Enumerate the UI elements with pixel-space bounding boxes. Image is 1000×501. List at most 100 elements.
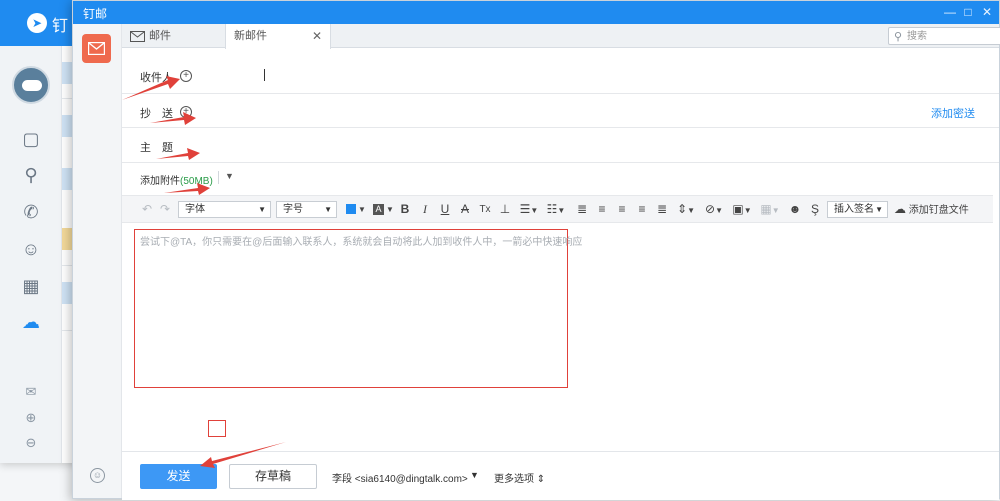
line-height-icon[interactable]: ⊥: [497, 201, 513, 218]
indent-icon[interactable]: ≣: [654, 201, 670, 218]
chevron-down-icon: ▼: [875, 205, 883, 214]
envelope-icon: [88, 42, 105, 55]
maximize-button[interactable]: □: [959, 4, 977, 20]
link-icon[interactable]: ⊘▼: [702, 201, 726, 218]
background-dingtalk-window: ➤ 钉 ▢ ⚲ ✆ ☺ ▦ ☁ ✉ ⊕ ⊖: [0, 0, 80, 463]
attachment-dropdown-icon[interactable]: ▼: [225, 171, 234, 181]
image-icon[interactable]: ▣▼: [730, 201, 754, 218]
subject-label: 主 题: [140, 142, 173, 154]
mail-titlebar: 钉邮 — □ ✕: [73, 1, 999, 24]
sender-account[interactable]: 李段 <sia6140@dingtalk.com>: [332, 470, 468, 485]
editor-placeholder: 尝试下@TA，你只需要在@后面输入联系人，系统就会自动将此人加到收件人中，一箭必…: [140, 237, 583, 248]
strikethrough-button[interactable]: A: [458, 201, 472, 218]
pin-icon[interactable]: ⚲: [20, 164, 42, 186]
insert-signature-label: 插入签名: [834, 204, 874, 215]
align-center-icon[interactable]: ≡: [614, 201, 630, 218]
italic-button[interactable]: I: [418, 201, 432, 218]
chevron-down-icon: ▼: [324, 205, 332, 214]
tab-mail-label: 邮件: [149, 30, 171, 42]
apps-grid-icon[interactable]: ▦: [20, 275, 42, 297]
tab-mail[interactable]: 邮件: [122, 24, 224, 48]
attachment-row: 添加附件(50MB) ▼: [122, 166, 999, 190]
add-attachment-link[interactable]: 添加附件(50MB): [140, 172, 213, 187]
divider: [218, 171, 219, 184]
chat-icon[interactable]: ▢: [20, 128, 42, 150]
formatting-toolbar: ↶ ↷ 字体 ▼ 字号 ▼ ▼ A ▼ B I U A Tx ⊥ ☰▼ ☷▼ ≣ ≡ …: [122, 195, 993, 223]
add-drive-file-button[interactable]: ☁ 添加钉盘文件: [894, 201, 974, 218]
insert-signature-select[interactable]: 插入签名 ▼: [827, 201, 888, 218]
text-color-button[interactable]: ▼: [343, 201, 367, 218]
screen: ➤ 钉 ▢ ⚲ ✆ ☺ ▦ ☁ ✉ ⊕ ⊖ 钉邮 — □ ✕ ☺ 邮件 新邮件 …: [0, 0, 1000, 501]
annotation-box: [208, 420, 226, 437]
clear-format-button[interactable]: Tx: [477, 201, 493, 218]
avatar[interactable]: [12, 66, 50, 104]
add-drive-file-label: 添加钉盘文件: [908, 205, 969, 216]
to-row: 收件人 +: [122, 58, 999, 94]
mail-body-editor[interactable]: 尝试下@TA，你只需要在@后面输入联系人，系统就会自动将此人加到收件人中，一箭必…: [134, 229, 582, 388]
dingtalk-logo-icon: ➤: [27, 13, 47, 33]
compose-footer: 发送 存草稿 李段 <sia6140@dingtalk.com> ▼ 更多选项 …: [122, 451, 999, 500]
font-size-value: 字号: [283, 204, 303, 215]
window-title: 钉邮: [83, 7, 108, 21]
redo-icon[interactable]: ↷: [158, 201, 172, 218]
emoji-icon[interactable]: ☻: [787, 201, 803, 218]
cc-row: 抄 送 + 添加密送: [122, 94, 999, 128]
background-app-title: 钉: [52, 18, 69, 35]
search-box[interactable]: ⚲: [888, 27, 1000, 45]
mail-sidebar: ☺: [73, 24, 122, 498]
tab-new-mail-label: 新邮件: [234, 30, 267, 42]
font-size-select[interactable]: 字号 ▼: [276, 201, 337, 218]
attachment-label: 添加附件: [140, 176, 180, 187]
align-justify-icon[interactable]: ≣: [574, 201, 590, 218]
mail-small-icon[interactable]: ✉: [23, 384, 39, 400]
cc-label: 抄 送: [140, 108, 173, 120]
format-painter-icon[interactable]: Ş: [807, 201, 823, 218]
background-sidebar: ▢ ⚲ ✆ ☺ ▦ ☁ ✉ ⊕ ⊖: [0, 46, 62, 463]
sender-dropdown-icon[interactable]: ▼: [470, 470, 479, 480]
cloud-drive-icon[interactable]: ☁: [20, 311, 42, 333]
numbered-list-icon[interactable]: ☷▼: [544, 201, 568, 218]
to-label: 收件人: [140, 72, 173, 84]
background-titlebar: ➤ 钉: [0, 0, 80, 46]
more-circle-icon[interactable]: ⊖: [23, 435, 39, 451]
bullet-list-icon[interactable]: ☰▼: [517, 201, 541, 218]
bold-button[interactable]: B: [398, 201, 412, 218]
envelope-icon: [130, 30, 145, 42]
add-circle-icon[interactable]: ⊕: [23, 410, 39, 426]
chevron-down-icon: ▼: [386, 205, 394, 214]
save-draft-button[interactable]: 存草稿: [229, 464, 317, 489]
search-input[interactable]: [907, 29, 1000, 43]
close-window-button[interactable]: ✕: [978, 4, 996, 20]
align-left-icon[interactable]: ≡: [594, 201, 610, 218]
mail-app-icon[interactable]: [82, 34, 111, 63]
table-icon[interactable]: ▦▼: [758, 201, 782, 218]
minimize-button[interactable]: —: [941, 4, 959, 20]
phone-icon[interactable]: ✆: [20, 201, 42, 223]
tab-new-mail[interactable]: 新邮件 ✕: [225, 24, 331, 49]
tab-bar: 邮件 新邮件 ✕ ⚲ •••: [122, 24, 1000, 49]
to-field[interactable]: [268, 67, 968, 83]
close-tab-icon[interactable]: ✕: [312, 24, 322, 48]
color-swatch: [346, 204, 356, 214]
contacts-icon[interactable]: ☺: [20, 238, 42, 260]
align-right-icon[interactable]: ≡: [634, 201, 650, 218]
undo-icon[interactable]: ↶: [140, 201, 154, 218]
send-button[interactable]: 发送: [140, 464, 217, 489]
font-family-select[interactable]: 字体 ▼: [178, 201, 271, 218]
search-icon: ⚲: [894, 31, 903, 43]
line-spacing-icon[interactable]: ⇕▼: [674, 201, 698, 218]
underline-button[interactable]: U: [438, 201, 452, 218]
font-family-value: 字体: [185, 204, 205, 215]
add-cc-icon[interactable]: +: [180, 106, 192, 118]
chevron-down-icon: ▼: [258, 205, 266, 214]
more-options-button[interactable]: 更多选项 ⇕: [494, 470, 545, 485]
cloud-upload-icon: ☁: [894, 202, 906, 216]
attachment-size-limit: (50MB): [180, 176, 213, 187]
add-recipient-icon[interactable]: +: [180, 70, 192, 82]
emoji-status-icon[interactable]: ☺: [90, 468, 105, 483]
subject-field[interactable]: [186, 137, 966, 153]
text-caret: [264, 69, 265, 81]
highlight-color-button[interactable]: A ▼: [371, 201, 394, 218]
cc-field[interactable]: [202, 103, 862, 119]
add-bcc-link[interactable]: 添加密送: [931, 105, 975, 121]
